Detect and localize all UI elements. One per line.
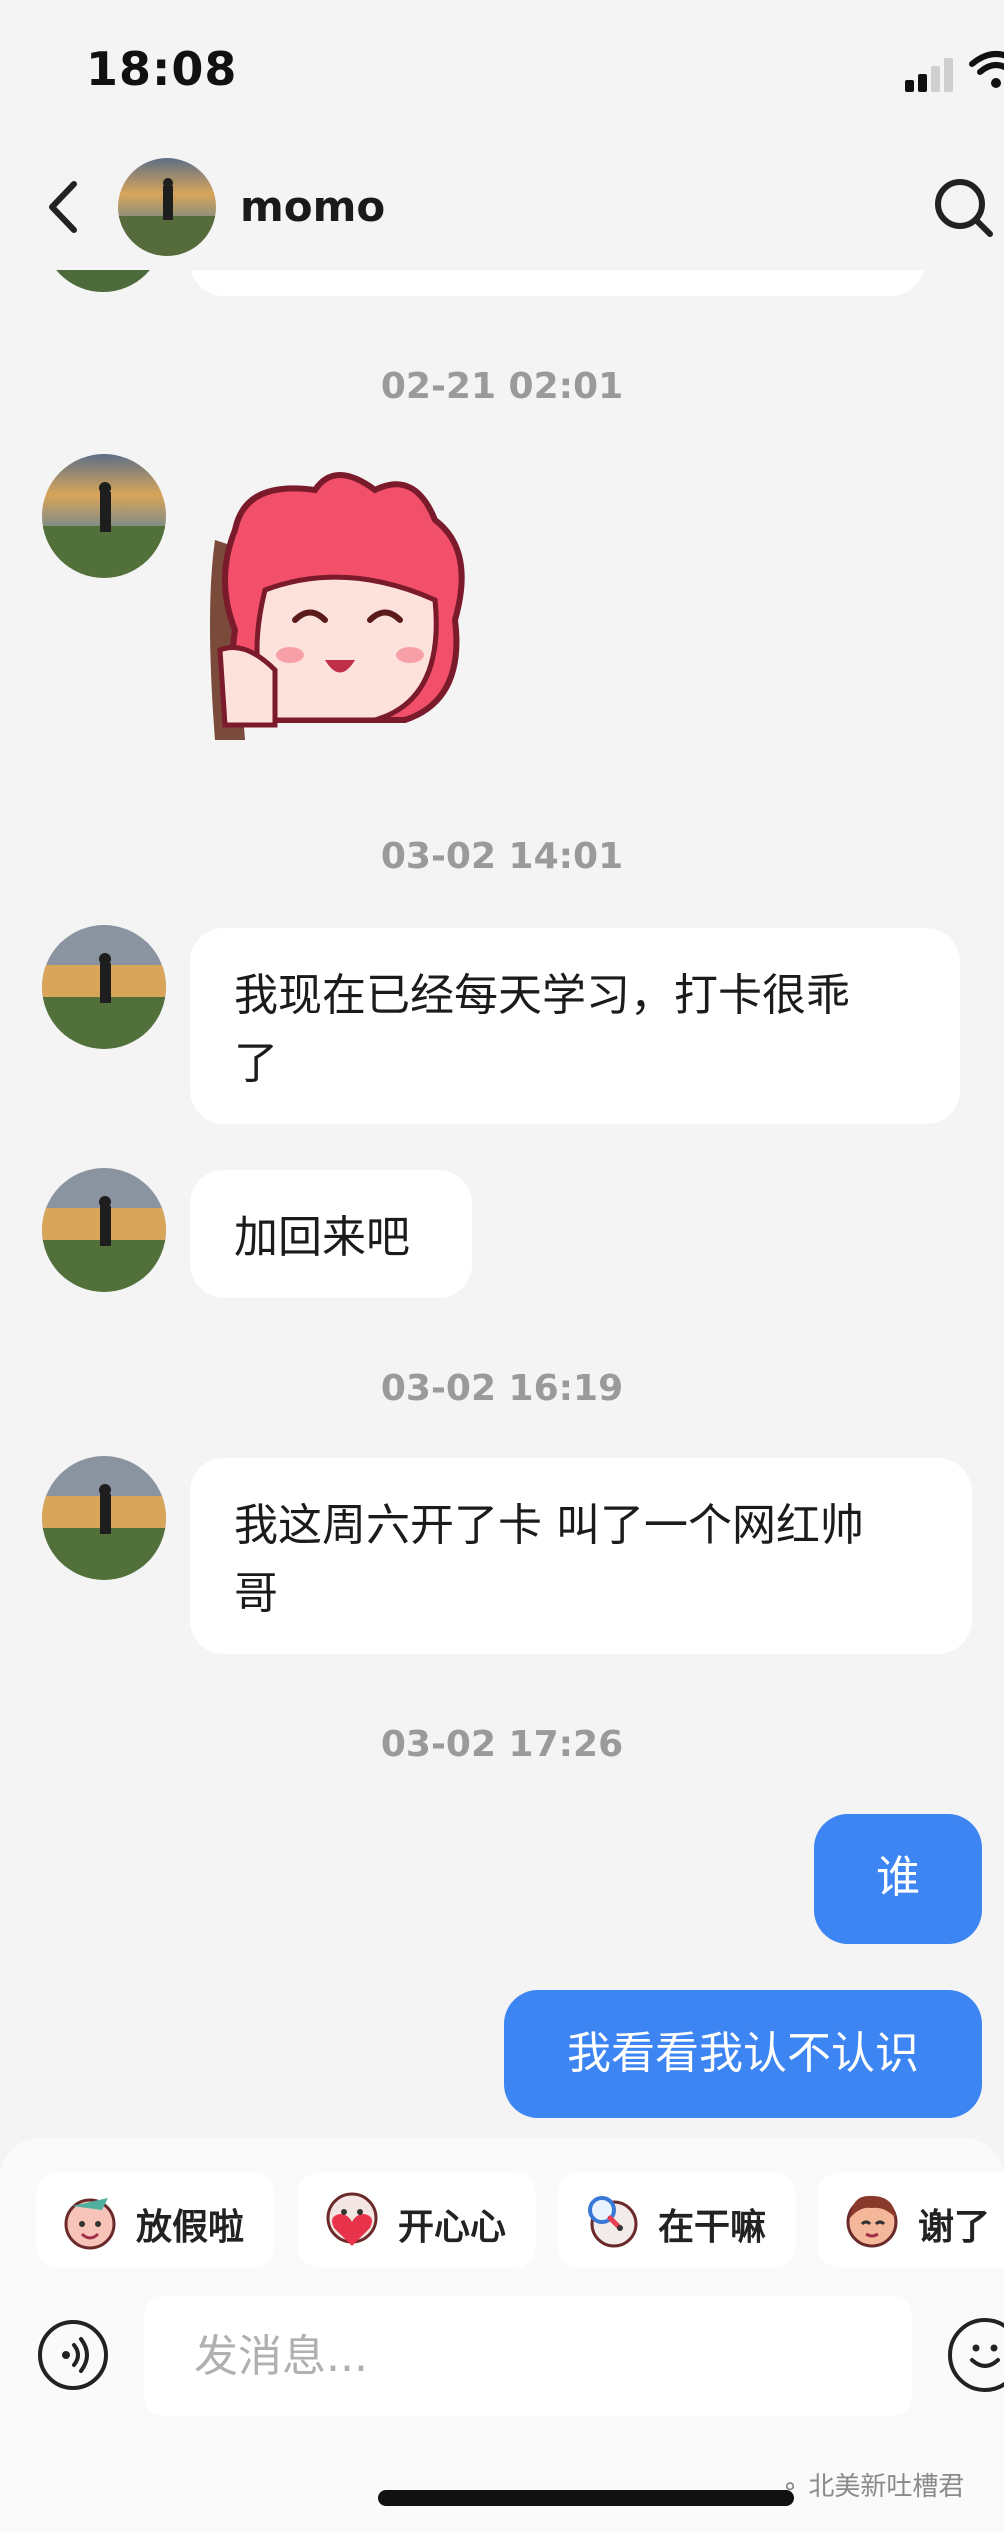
message-bubble[interactable]: 加回来吧 — [190, 1170, 472, 1298]
avatar[interactable] — [42, 1456, 166, 1580]
message-text: 了 — [234, 1038, 278, 1089]
avatar[interactable] — [42, 1168, 166, 1292]
search-button[interactable] — [932, 176, 996, 240]
message-text: 加回来吧 — [234, 1212, 410, 1263]
timestamp: 02-21 02:01 — [380, 366, 624, 407]
message-text: 我现在已经每天学习，打卡很乖 — [234, 970, 850, 1021]
status-time: 18:08 — [86, 42, 238, 96]
watermark-text: 北美新吐槽君 — [808, 2472, 965, 2502]
message-bubble[interactable]: 我这周六开了卡 叫了一个网红帅 哥 — [190, 1458, 972, 1654]
my-message-bubble[interactable]: 我看看我认不认识 — [504, 1990, 982, 2118]
quick-reply-label: 在干嘛 — [658, 2207, 767, 2248]
shy-face-sticker-icon — [846, 2195, 898, 2248]
message-text: 我这周六开了卡 叫了一个网红帅 — [234, 1500, 864, 1551]
quick-reply-label: 谢了 — [918, 2207, 991, 2248]
timestamp: 03-02 17:26 — [380, 1724, 624, 1765]
my-message-bubble[interactable]: 谁 — [814, 1814, 982, 1944]
message-text: 哥 — [234, 1568, 278, 1619]
chevron-left-icon — [49, 181, 77, 233]
emoji-button[interactable] — [948, 2318, 1004, 2392]
watermark: ⚬ 北美新吐槽君 — [780, 2466, 964, 2503]
emoji-icon — [970, 2344, 1000, 2368]
message-bubble[interactable]: 我现在已经每天学习，打卡很乖 了 — [190, 928, 960, 1124]
timestamp: 03-02 14:01 — [380, 836, 624, 877]
back-button[interactable] — [40, 178, 90, 236]
message-text: 我看看我认不认识 — [567, 2028, 919, 2079]
quick-reply-chip[interactable]: 在干嘛 — [558, 2172, 796, 2268]
quick-reply-chip[interactable]: 谢了 — [818, 2172, 1004, 2268]
quick-reply-label: 开心心 — [398, 2207, 507, 2248]
search-icon — [935, 179, 993, 237]
quick-reply-chip[interactable]: 开心心 — [298, 2172, 536, 2268]
signal-icon — [905, 58, 957, 92]
chat-screen: 18:08 momo 02-21 02:01 03-02 14:01 我现在已经… — [0, 0, 1004, 2532]
avatar[interactable] — [42, 925, 166, 1049]
timestamp: 03-02 16:19 — [380, 1368, 624, 1409]
contact-name[interactable]: momo — [240, 182, 385, 231]
magnifier-sticker-icon — [588, 2196, 638, 2248]
message-input[interactable] — [144, 2296, 912, 2416]
chat-header: momo — [0, 140, 1004, 270]
message-text: 谁 — [876, 1852, 920, 1903]
quick-reply-chip[interactable]: 放假啦 — [36, 2172, 274, 2268]
pink-hair-girl-sticker[interactable] — [205, 470, 495, 740]
voice-icon — [62, 2337, 89, 2373]
quick-reply-label: 放假啦 — [136, 2207, 245, 2248]
avatar[interactable] — [42, 454, 166, 578]
home-indicator[interactable] — [378, 2490, 794, 2506]
heart-hug-sticker-icon — [326, 2192, 378, 2246]
party-face-sticker-icon — [64, 2198, 116, 2250]
voice-button[interactable] — [38, 2320, 108, 2390]
header-avatar[interactable] — [118, 158, 216, 256]
wifi-icon — [968, 50, 1004, 90]
